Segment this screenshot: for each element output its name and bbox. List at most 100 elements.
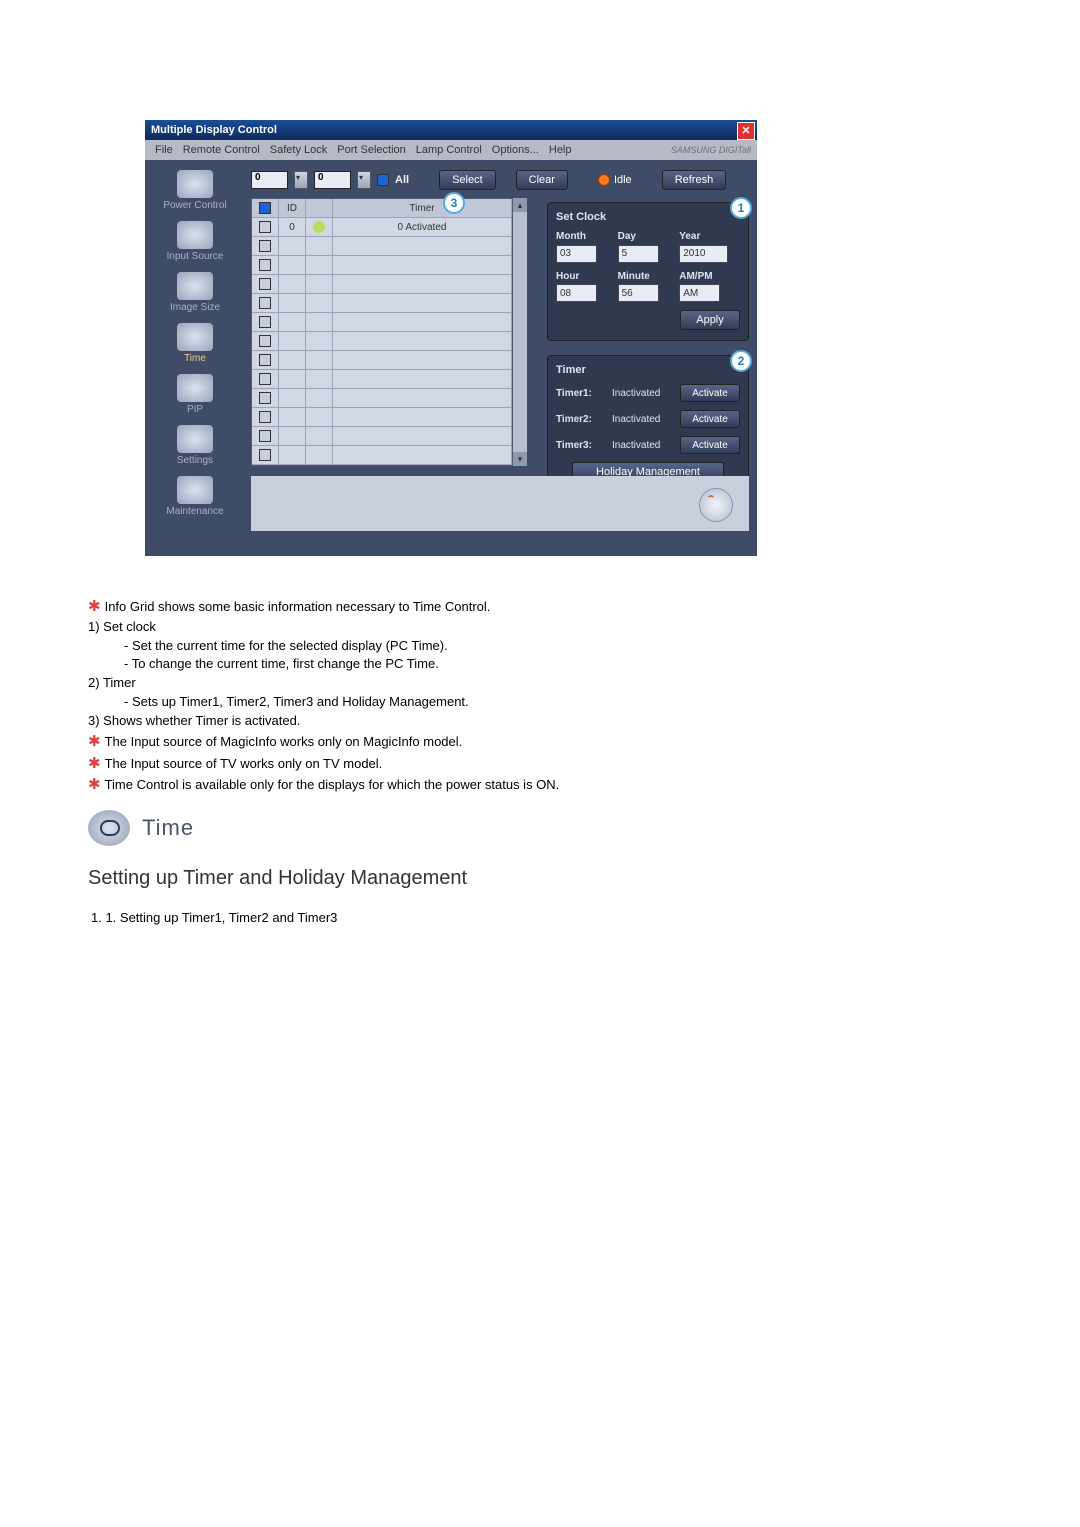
- grid-header: ID Timer: [252, 199, 512, 218]
- grid-row[interactable]: [252, 370, 512, 389]
- sidebar-label: Power Control: [163, 200, 226, 211]
- sidebar-item-power[interactable]: Power Control: [145, 170, 245, 211]
- status-dot-icon: [598, 174, 610, 186]
- grid-row[interactable]: [252, 408, 512, 427]
- timer3-row: Timer3: Inactivated Activate: [556, 436, 740, 454]
- dropdown-icon[interactable]: [294, 171, 308, 189]
- scroll-up-icon[interactable]: ▴: [513, 198, 527, 212]
- row-checkbox[interactable]: [259, 278, 271, 290]
- filter-row: 0 0 All Select Clear Idle: [251, 170, 749, 190]
- refresh-button[interactable]: Refresh: [662, 170, 727, 190]
- settings-icon: [177, 425, 213, 453]
- sidebar-label: PIP: [187, 404, 203, 415]
- sidebar-item-image-size[interactable]: Image Size: [145, 272, 245, 313]
- menu-remote[interactable]: Remote Control: [183, 144, 260, 156]
- row-checkbox[interactable]: [259, 430, 271, 442]
- grid-row[interactable]: [252, 389, 512, 408]
- row-checkbox[interactable]: [259, 354, 271, 366]
- doc-line: Sets up Timer1, Timer2, Timer3 and Holid…: [124, 694, 469, 709]
- grid-row[interactable]: [252, 427, 512, 446]
- menu-file[interactable]: File: [155, 144, 173, 156]
- sidebar: Power Control Input Source Image Size Ti…: [145, 160, 245, 556]
- grid-row[interactable]: [252, 294, 512, 313]
- close-icon[interactable]: ✕: [737, 122, 755, 140]
- set-clock-panel: 1 Set Clock Month 03 Day 5 Year 2010 Hou…: [547, 202, 749, 341]
- sidebar-label: Maintenance: [166, 506, 223, 517]
- month-select[interactable]: 03: [556, 245, 597, 263]
- title-bar: Multiple Display Control ✕: [145, 120, 757, 140]
- menu-safety-lock[interactable]: Safety Lock: [270, 144, 327, 156]
- sidebar-item-time[interactable]: Time: [145, 323, 245, 364]
- row-checkbox[interactable]: [259, 392, 271, 404]
- row-checkbox[interactable]: [259, 297, 271, 309]
- grid-row[interactable]: [252, 446, 512, 465]
- row-checkbox[interactable]: [259, 259, 271, 271]
- activate-button[interactable]: Activate: [680, 384, 740, 402]
- input-icon: [177, 221, 213, 249]
- doc-body: ✱ Info Grid shows some basic information …: [88, 596, 948, 928]
- menu-port-select[interactable]: Port Selection: [337, 144, 405, 156]
- all-label: All: [395, 174, 409, 186]
- star-icon: ✱: [88, 598, 101, 615]
- grid-row[interactable]: [252, 313, 512, 332]
- ampm-select[interactable]: AM: [679, 284, 720, 302]
- scroll-down-icon[interactable]: ▾: [513, 452, 527, 466]
- grid-row[interactable]: [252, 256, 512, 275]
- sidebar-label: Image Size: [170, 302, 220, 313]
- select-button[interactable]: Select: [439, 170, 496, 190]
- timer-status: Inactivated: [612, 388, 674, 399]
- doc-line: Set the current time for the selected di…: [124, 638, 448, 653]
- alert-icon: [699, 488, 733, 522]
- timer-name: Timer1:: [556, 388, 606, 399]
- all-checkbox[interactable]: [377, 174, 389, 186]
- row-checkbox[interactable]: [259, 449, 271, 461]
- row-checkbox[interactable]: [259, 335, 271, 347]
- year-select[interactable]: 2010: [679, 245, 728, 263]
- activate-button[interactable]: Activate: [680, 436, 740, 454]
- activate-button[interactable]: Activate: [680, 410, 740, 428]
- dropdown-icon[interactable]: [357, 171, 371, 189]
- subsection-heading: Setting up Timer and Holiday Management: [88, 864, 948, 893]
- grid-row[interactable]: [252, 237, 512, 256]
- idle-indicator: Idle: [598, 174, 632, 186]
- grid-row[interactable]: [252, 275, 512, 294]
- spinner-from[interactable]: 0: [251, 171, 288, 189]
- clear-button[interactable]: Clear: [516, 170, 568, 190]
- header-checkbox[interactable]: [259, 202, 271, 214]
- menu-lamp[interactable]: Lamp Control: [416, 144, 482, 156]
- time-icon: [177, 323, 213, 351]
- grid-row[interactable]: [252, 351, 512, 370]
- hour-select[interactable]: 08: [556, 284, 597, 302]
- spinner-to[interactable]: 0: [314, 171, 351, 189]
- doc-line: Info Grid shows some basic information n…: [105, 599, 491, 614]
- sidebar-item-input[interactable]: Input Source: [145, 221, 245, 262]
- grid-scrollbar[interactable]: ▴ ▾: [513, 198, 527, 466]
- sidebar-label: Time: [184, 353, 206, 364]
- row-checkbox[interactable]: [259, 240, 271, 252]
- sidebar-item-settings[interactable]: Settings: [145, 425, 245, 466]
- hour-label: Hour: [556, 271, 614, 282]
- month-label: Month: [556, 231, 614, 242]
- row-checkbox[interactable]: [259, 221, 271, 233]
- apply-button[interactable]: Apply: [680, 310, 740, 330]
- pip-icon: [177, 374, 213, 402]
- star-icon: ✱: [88, 776, 101, 793]
- callout-2: 2: [730, 350, 752, 372]
- minute-label: Minute: [618, 271, 676, 282]
- timer-status: Inactivated: [612, 414, 674, 425]
- menu-help[interactable]: Help: [549, 144, 572, 156]
- sidebar-item-maintenance[interactable]: Maintenance: [145, 476, 245, 517]
- clock-icon: [88, 810, 130, 846]
- year-label: Year: [679, 231, 737, 242]
- day-select[interactable]: 5: [618, 245, 659, 263]
- row-checkbox[interactable]: [259, 411, 271, 423]
- grid-row[interactable]: 0 0 Activated: [252, 218, 512, 237]
- minute-select[interactable]: 56: [618, 284, 659, 302]
- menu-options[interactable]: Options...: [492, 144, 539, 156]
- status-chip-icon: [313, 221, 325, 233]
- grid-row[interactable]: [252, 332, 512, 351]
- power-icon: [177, 170, 213, 198]
- sidebar-item-pip[interactable]: PIP: [145, 374, 245, 415]
- row-checkbox[interactable]: [259, 373, 271, 385]
- row-checkbox[interactable]: [259, 316, 271, 328]
